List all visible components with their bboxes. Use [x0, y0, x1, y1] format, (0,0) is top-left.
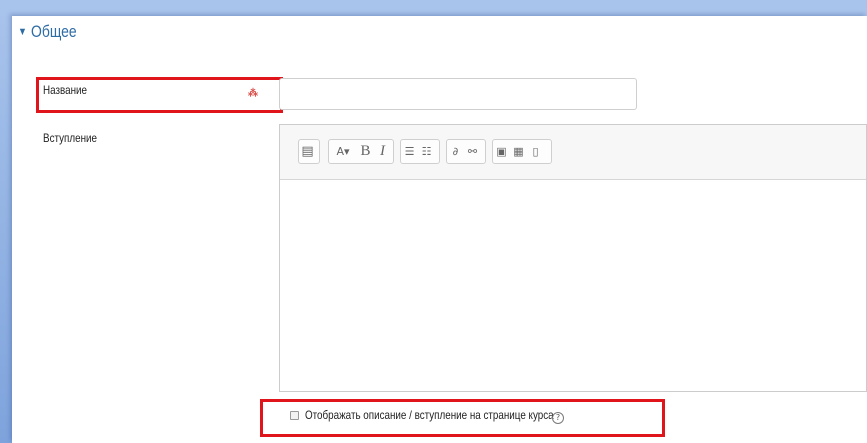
editor-content-area[interactable] — [280, 180, 866, 391]
toolbar-group-toggle: ▤ — [298, 139, 320, 164]
italic-icon[interactable]: I — [374, 140, 391, 163]
toolbar-group-lists: ☰ ☷ — [400, 139, 440, 164]
caret-down-icon: ▼ — [18, 26, 27, 38]
image-icon[interactable]: ▣ — [493, 140, 510, 163]
toolbar-group-format: A▾ B I — [328, 139, 394, 164]
intro-label: Вступление — [43, 131, 97, 145]
help-icon[interactable]: ? — [552, 412, 564, 424]
section-title: Общее — [31, 22, 77, 41]
toolbar-group-links: ∂ ⚯ — [446, 139, 486, 164]
name-input[interactable] — [279, 78, 637, 110]
display-option-label: Отображать описание / вступление на стра… — [305, 408, 554, 422]
link-icon[interactable]: ∂ — [447, 140, 464, 163]
display-option-checkbox[interactable] — [290, 410, 299, 420]
bold-icon[interactable]: B — [357, 140, 374, 163]
toolbar-group-media: ▣ ▦ ▯ — [492, 139, 552, 164]
required-icon: ⁂ — [248, 88, 258, 99]
toolbar-toggle-icon[interactable]: ▤ — [299, 140, 316, 163]
manage-files-icon[interactable]: ▯ — [527, 140, 544, 163]
intro-editor[interactable]: ▤ A▾ B I ☰ ☷ ∂ ⚯ ▣ ▦ ▯ — [279, 124, 867, 392]
name-label: Название — [43, 83, 87, 97]
section-header-general[interactable]: ▼ Общее — [18, 22, 77, 42]
unlink-icon[interactable]: ⚯ — [464, 140, 481, 163]
font-color-icon[interactable]: A▾ — [329, 140, 357, 163]
editor-toolbar: ▤ A▾ B I ☰ ☷ ∂ ⚯ ▣ ▦ ▯ — [280, 125, 866, 180]
numbered-list-icon[interactable]: ☷ — [418, 140, 435, 163]
bullet-list-icon[interactable]: ☰ — [401, 140, 418, 163]
media-icon[interactable]: ▦ — [510, 140, 527, 163]
